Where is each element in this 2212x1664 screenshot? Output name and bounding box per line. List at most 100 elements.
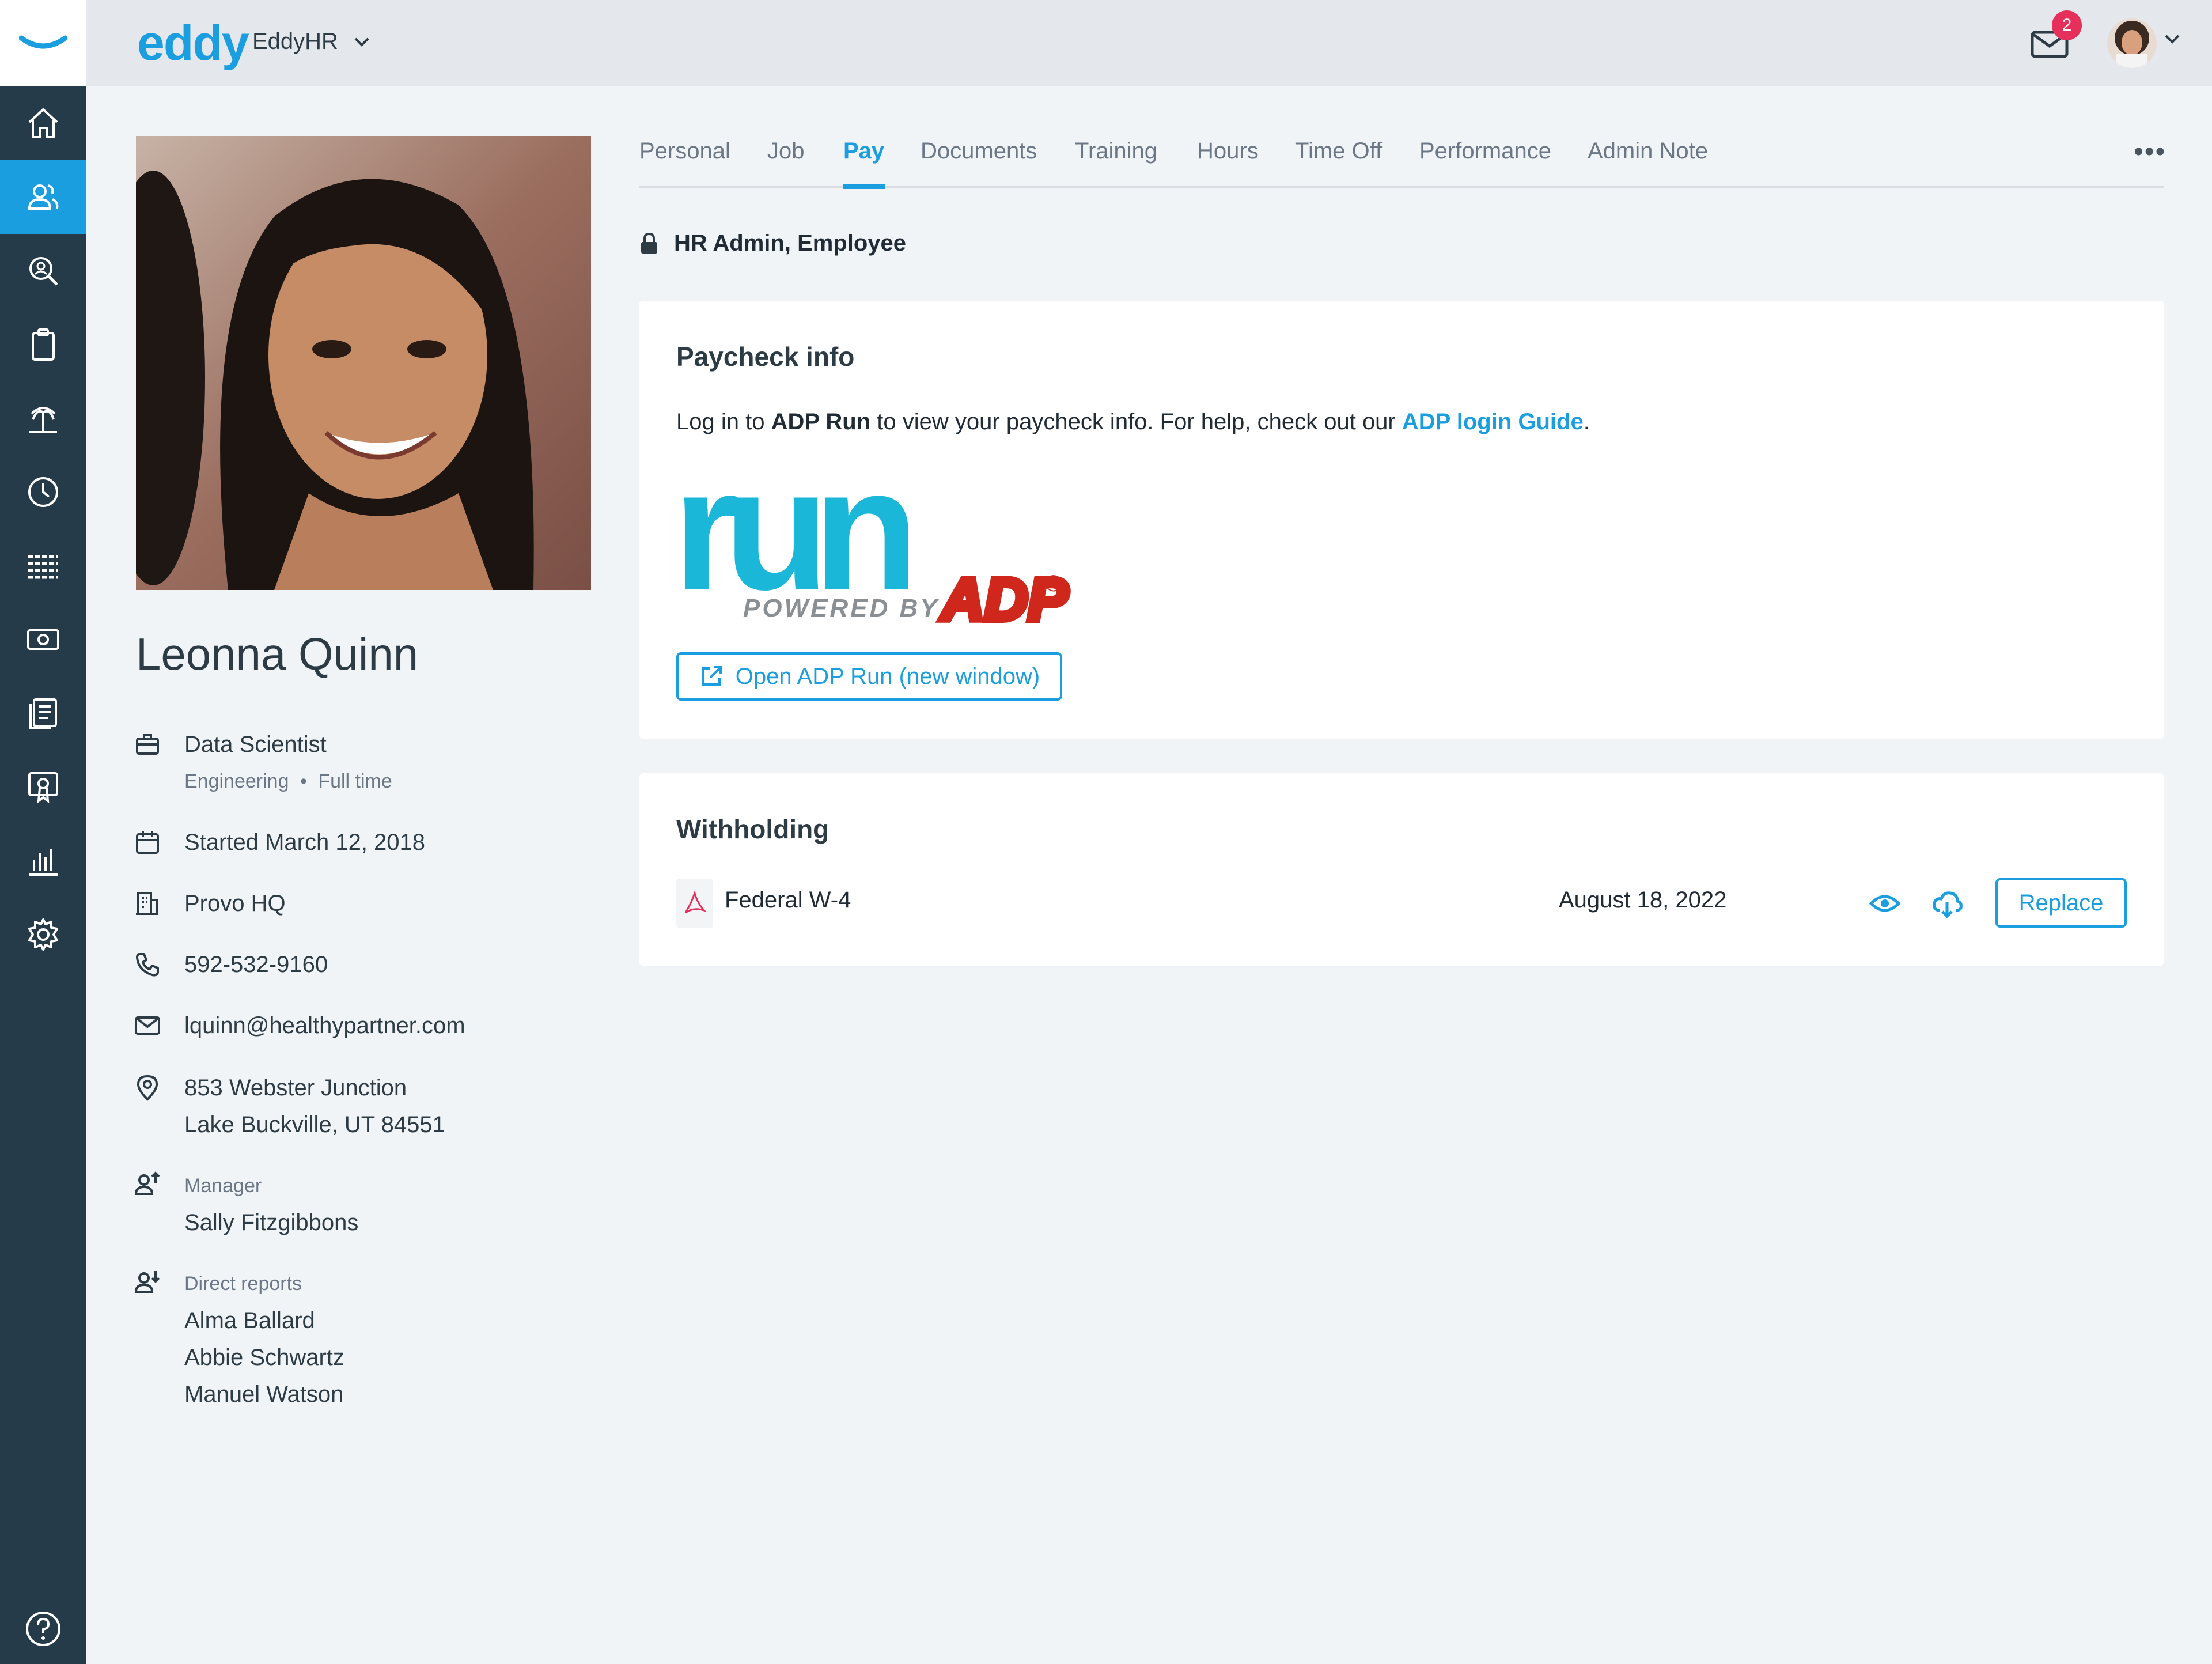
- pdf-icon: [676, 879, 713, 928]
- powered-by-text: POWERED BY: [743, 594, 940, 622]
- sidebar-item-reports[interactable]: [0, 824, 86, 898]
- sidebar-item-search-people[interactable]: [0, 234, 86, 308]
- calendar-icon: [136, 831, 159, 854]
- top-bar: [86, 0, 2212, 86]
- direct-reports-icon: [134, 1271, 160, 1293]
- search-person-icon: [29, 257, 58, 286]
- clipboard-icon: [32, 328, 55, 361]
- direct-reports-label: Direct reports: [184, 1273, 302, 1295]
- office-location: Provo HQ: [184, 891, 286, 916]
- clock-icon: [28, 477, 58, 507]
- sidebar-item-payroll[interactable]: [0, 603, 86, 676]
- help-icon[interactable]: [23, 1609, 63, 1649]
- adp-run-logo: run POWERED BY ADP ADP ®: [676, 470, 1071, 627]
- smile-logo-icon: [19, 35, 67, 49]
- direct-report-item[interactable]: Abbie Schwartz: [184, 1339, 344, 1376]
- department: Engineering: [184, 770, 289, 792]
- location-pin-icon: [137, 1075, 158, 1101]
- brand-logo[interactable]: eddy: [137, 15, 249, 72]
- mail-icon: [135, 1016, 160, 1035]
- manager-name: Sally Fitzgibbons: [184, 1210, 359, 1235]
- company-name: EddyHR: [252, 29, 338, 54]
- app-logo[interactable]: [0, 0, 86, 86]
- tab-documents[interactable]: Documents: [921, 138, 1037, 164]
- external-link-icon: [702, 666, 722, 686]
- lock-icon: [641, 232, 657, 254]
- paycheck-description: Log in to ADP Run to view your paycheck …: [676, 409, 1590, 435]
- cloud-download-icon[interactable]: [1931, 887, 1963, 920]
- pdf-file-icon: [684, 891, 707, 914]
- tab-training[interactable]: Training: [1075, 138, 1157, 164]
- building-icon: [136, 892, 158, 915]
- sidebar-item-clipboard[interactable]: [0, 308, 86, 381]
- certificate-icon: [28, 772, 58, 804]
- email-address: lquinn@healthypartner.com: [184, 1013, 465, 1038]
- active-tab-indicator: [843, 184, 885, 189]
- chevron-down-icon: [354, 37, 369, 47]
- adp-run-text: ADP Run: [771, 409, 871, 434]
- manager-icon: [134, 1171, 160, 1195]
- job-title: Data Scientist: [184, 732, 327, 757]
- replace-button[interactable]: Replace: [1995, 878, 2127, 928]
- address-line-1: 853 Webster Junction: [184, 1075, 407, 1100]
- sidebar-item-hours[interactable]: [0, 455, 86, 529]
- access-level: HR Admin, Employee: [639, 230, 906, 256]
- sidebar-item-table[interactable]: [0, 529, 86, 603]
- employment-type: Full time: [318, 770, 392, 792]
- phone-number: 592-532-9160: [184, 952, 328, 977]
- tab-performance[interactable]: Performance: [1419, 138, 1551, 164]
- withholding-title: Withholding: [676, 814, 830, 844]
- separator-dot: •: [300, 770, 307, 792]
- address-line-2: Lake Buckville, UT 84551: [184, 1112, 445, 1137]
- more-options-icon[interactable]: •••: [2134, 136, 2166, 168]
- document-name[interactable]: Federal W-4: [725, 887, 851, 913]
- tab-admin-note[interactable]: Admin Note: [1588, 138, 1708, 164]
- phone-icon: [136, 953, 159, 977]
- sidebar-item-settings[interactable]: [0, 898, 86, 971]
- home-icon: [28, 108, 58, 138]
- sidebar-item-home[interactable]: [0, 86, 86, 160]
- company-switcher[interactable]: EddyHR: [252, 29, 370, 55]
- notification-badge: 2: [2052, 10, 2082, 40]
- tab-personal[interactable]: Personal: [639, 138, 730, 164]
- palm-tree-icon: [29, 407, 57, 433]
- profile-photo: [136, 136, 591, 590]
- registered-mark: ®: [1045, 571, 1062, 596]
- documents-icon: [29, 698, 57, 729]
- access-level-text: HR Admin, Employee: [674, 230, 907, 256]
- briefcase-icon: [136, 734, 159, 755]
- open-adp-run-button[interactable]: Open ADP Run (new window): [676, 652, 1062, 701]
- tab-time-off[interactable]: Time Off: [1295, 138, 1382, 164]
- paycheck-text-3: .: [1583, 409, 1590, 434]
- sidebar-item-documents[interactable]: [0, 676, 86, 750]
- eye-icon[interactable]: [1869, 887, 1901, 920]
- sidebar-item-training[interactable]: [0, 750, 86, 824]
- job-meta: Engineering • Full time: [184, 763, 392, 800]
- open-adp-run-label: Open ADP Run (new window): [735, 663, 1040, 689]
- money-icon: [27, 629, 59, 650]
- withholding-card: [639, 773, 2164, 966]
- document-date: August 18, 2022: [1559, 887, 1727, 913]
- paycheck-text-1: Log in to: [676, 409, 771, 434]
- direct-report-item[interactable]: Alma Ballard: [184, 1302, 315, 1339]
- portrait-image: [136, 136, 591, 590]
- tab-pay[interactable]: Pay: [843, 138, 884, 164]
- tab-hours[interactable]: Hours: [1197, 138, 1259, 164]
- people-icon: [28, 184, 59, 210]
- direct-report-item[interactable]: Manuel Watson: [184, 1376, 343, 1413]
- avatar-image: [2107, 18, 2157, 68]
- user-avatar[interactable]: [2107, 18, 2157, 68]
- table-grid-icon: [28, 555, 58, 579]
- paycheck-text-2: to view your paycheck info. For help, ch…: [870, 409, 1402, 434]
- tab-job[interactable]: Job: [767, 138, 805, 164]
- employee-name: Leonna Quinn: [136, 629, 419, 679]
- start-date: Started March 12, 2018: [184, 830, 426, 855]
- bar-chart-icon: [29, 849, 58, 876]
- sidebar-item-people[interactable]: [0, 160, 86, 234]
- chevron-down-icon[interactable]: [2164, 33, 2181, 45]
- paycheck-title: Paycheck info: [676, 342, 855, 372]
- adp-login-guide-link[interactable]: ADP login Guide: [1402, 409, 1584, 434]
- gear-icon: [28, 918, 58, 951]
- sidebar-item-time-off[interactable]: [0, 381, 86, 455]
- manager-label: Manager: [184, 1175, 262, 1197]
